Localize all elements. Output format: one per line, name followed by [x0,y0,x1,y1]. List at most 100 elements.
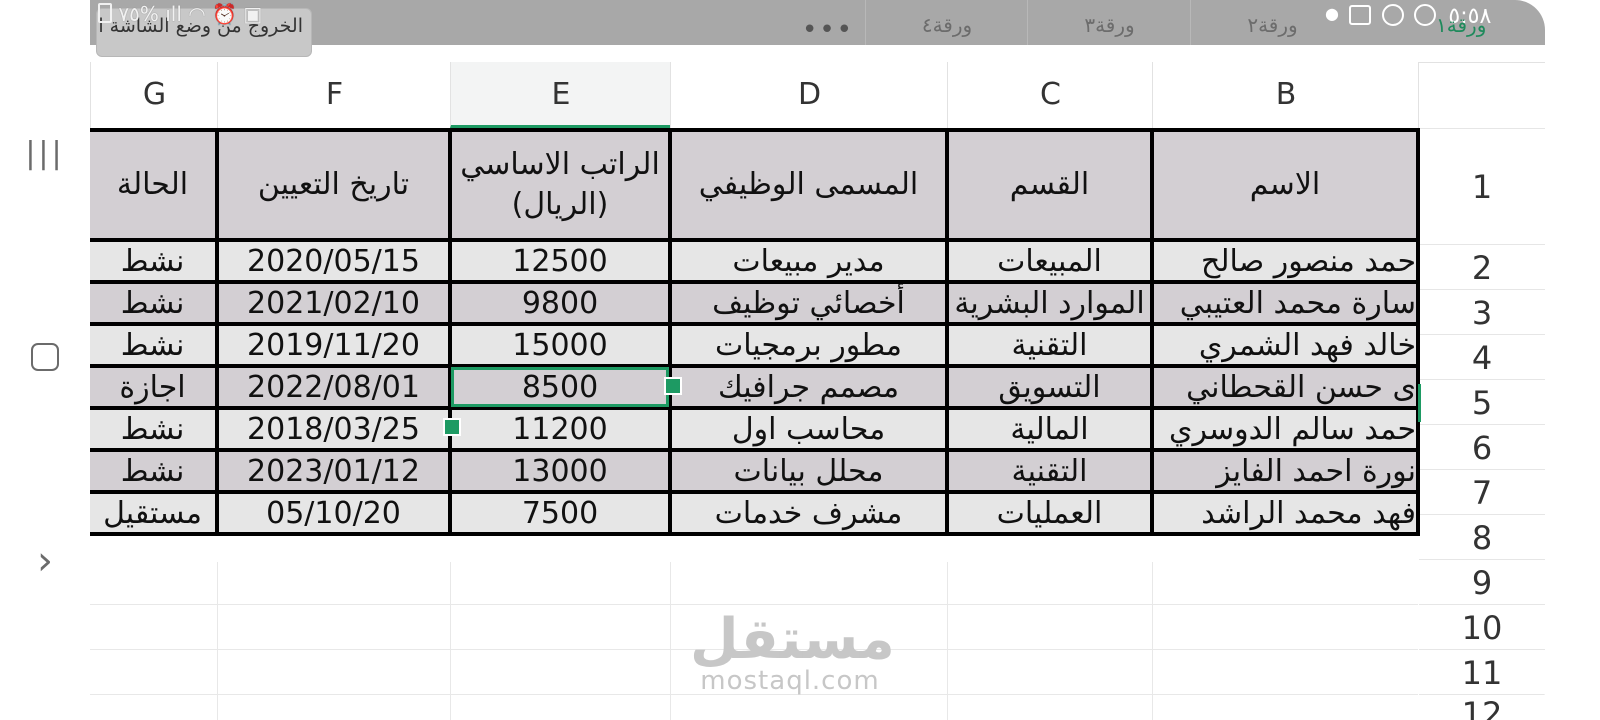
grid-line [90,604,1418,605]
cell-status[interactable]: نشط [90,448,219,494]
cell-name[interactable]: حمد منصور صالح [1150,238,1420,284]
selection-handle-top-right[interactable] [664,377,682,395]
cell-header-status[interactable]: الحالة [90,128,219,242]
cell-name[interactable]: سارة محمد العتيبي [1150,280,1420,326]
cell-header-salary[interactable]: الراتب الاساسي (الريال) [448,128,672,242]
whatsapp-icon [1414,4,1437,26]
cell-department[interactable]: التقنية [945,322,1154,368]
cell-status[interactable]: نشط [90,322,219,368]
row-header-10[interactable]: 10 [1419,604,1545,650]
tab-sheet4[interactable]: ورقة٤ [865,0,1028,45]
cell-department[interactable]: المبيعات [945,238,1154,284]
cell-title[interactable]: مصمم جرافيك [668,364,949,410]
row-header-2[interactable]: 2 [1419,244,1545,290]
cell-hire-date[interactable]: 2018/03/25 [215,406,452,452]
select-all-corner[interactable] [1418,62,1545,128]
column-letter: G [142,77,167,112]
table-row: نشط 2019/11/20 15000 مطور برمجيات التقني… [90,322,1420,368]
row-number: 9 [1471,563,1493,602]
cell-title[interactable]: محاسب اول [668,406,949,452]
cell-header-department[interactable]: القسم [945,128,1154,242]
cell-title[interactable]: محلل بيانات [668,448,949,494]
table-header-row: الحالة تاريخ التعيين الراتب الاساسي (الر… [90,128,1420,242]
tab-sheet1[interactable]: ورقة١ [1436,13,1486,37]
cell-name[interactable]: حمد سالم الدوسري [1150,406,1420,452]
row-header-3[interactable]: 3 [1419,289,1545,335]
column-header-d[interactable]: D [670,62,948,128]
row-header-4[interactable]: 4 [1419,334,1545,380]
cell-department[interactable]: التسويق [945,364,1154,410]
grid-line [217,562,218,720]
cell-salary[interactable]: 12500 [448,238,672,284]
back-button[interactable]: › [0,538,90,584]
cell-name[interactable]: نورة احمد الفايز [1150,448,1420,494]
column-header-c[interactable]: C [947,62,1153,128]
column-header-g[interactable]: G [90,62,218,128]
table-row: نشط 2023/01/12 13000 محلل بيانات التقنية… [90,448,1420,494]
cell-header-title[interactable]: المسمى الوظيفي [668,128,949,242]
cell-status[interactable]: نشط [90,280,219,326]
more-sheets-button[interactable]: ••• [802,0,854,60]
cell-department[interactable]: المالية [945,406,1154,452]
row-number: 10 [1461,608,1503,647]
row-number: 7 [1471,473,1493,512]
cell-status[interactable]: نشط [90,238,219,284]
tab-sheet3[interactable]: ورقة٣ [1027,0,1191,45]
row-header-7[interactable]: 7 [1419,469,1545,515]
system-nav-rail: ||| › [0,0,90,720]
column-header-e[interactable]: E [450,62,671,128]
spreadsheet-app: ورقة٢ ورقة٣ ورقة٤ ••• ● ٥:٥٨ ورقة١ الخرو… [90,0,1545,720]
row-header-6[interactable]: 6 [1419,424,1545,470]
cell-header-hire-date[interactable]: تاريخ التعيين [215,128,452,242]
recent-apps-button[interactable]: ||| [0,136,90,171]
cell-hire-date[interactable]: 2021/02/10 [215,280,452,326]
tab-label: ورقة٣ [1084,13,1135,37]
cell-title[interactable]: مطور برمجيات [668,322,949,368]
cell-title[interactable]: أخصائي توظيف [668,280,949,326]
row-header-5[interactable]: 5 [1419,379,1545,425]
cell-salary[interactable]: 15000 [448,322,672,368]
whatsapp-icon [1381,4,1404,26]
cell-status[interactable]: مستقيل [90,490,219,536]
watermark-url: mostaql.com [700,666,880,696]
cell-title[interactable]: مدير مبيعات [668,238,949,284]
cell-department[interactable]: العمليات [945,490,1154,536]
cell-name[interactable]: خالد فهد الشمري [1150,322,1420,368]
cell-salary-selected[interactable]: 8500 [448,364,672,410]
cell-salary[interactable]: 9800 [448,280,672,326]
dot-icon: ● [1325,4,1339,23]
cell-status[interactable]: اجازة [90,364,219,410]
battery-saver-icon: ▣ [243,2,263,26]
cell-hire-date[interactable]: 05/10/20 [215,490,452,536]
selection-handle-bottom-left[interactable] [443,418,461,436]
battery-percent: ٧٥% [118,2,159,26]
cell-name[interactable]: ى حسن القحطاني [1150,364,1420,410]
column-header-f[interactable]: F [217,62,451,128]
cell-header-name[interactable]: الاسم [1150,128,1420,242]
cell-department[interactable]: التقنية [945,448,1154,494]
cell-title[interactable]: مشرف خدمات [668,490,949,536]
row-header-12[interactable]: 12 [1419,694,1545,720]
column-header-b[interactable]: B [1152,62,1419,128]
home-button[interactable] [0,343,90,375]
cell-hire-date[interactable]: 2022/08/01 [215,364,452,410]
row-header-11[interactable]: 11 [1419,649,1545,695]
cell-salary[interactable]: 11200 [448,406,672,452]
cell-salary[interactable]: 13000 [448,448,672,494]
row-header-9[interactable]: 9 [1419,559,1545,605]
status-bar-left: ٧٥% ıll ◠ ⏰ ▣ [98,2,262,26]
watermark-logo: مستقل [690,607,895,672]
row-number: 2 [1471,248,1493,287]
row-number: 12 [1461,695,1503,720]
cell-hire-date[interactable]: 2020/05/15 [215,238,452,284]
row-number: 3 [1471,293,1493,332]
cell-status[interactable]: نشط [90,406,219,452]
row-number: 8 [1471,518,1493,557]
cell-salary[interactable]: 7500 [448,490,672,536]
cell-hire-date[interactable]: 2023/01/12 [215,448,452,494]
cell-hire-date[interactable]: 2019/11/20 [215,322,452,368]
cell-department[interactable]: الموارد البشرية [945,280,1154,326]
row-header-1[interactable]: 1 [1419,128,1545,245]
cell-name[interactable]: فهد محمد الراشد [1150,490,1420,536]
row-header-8[interactable]: 8 [1419,514,1545,560]
